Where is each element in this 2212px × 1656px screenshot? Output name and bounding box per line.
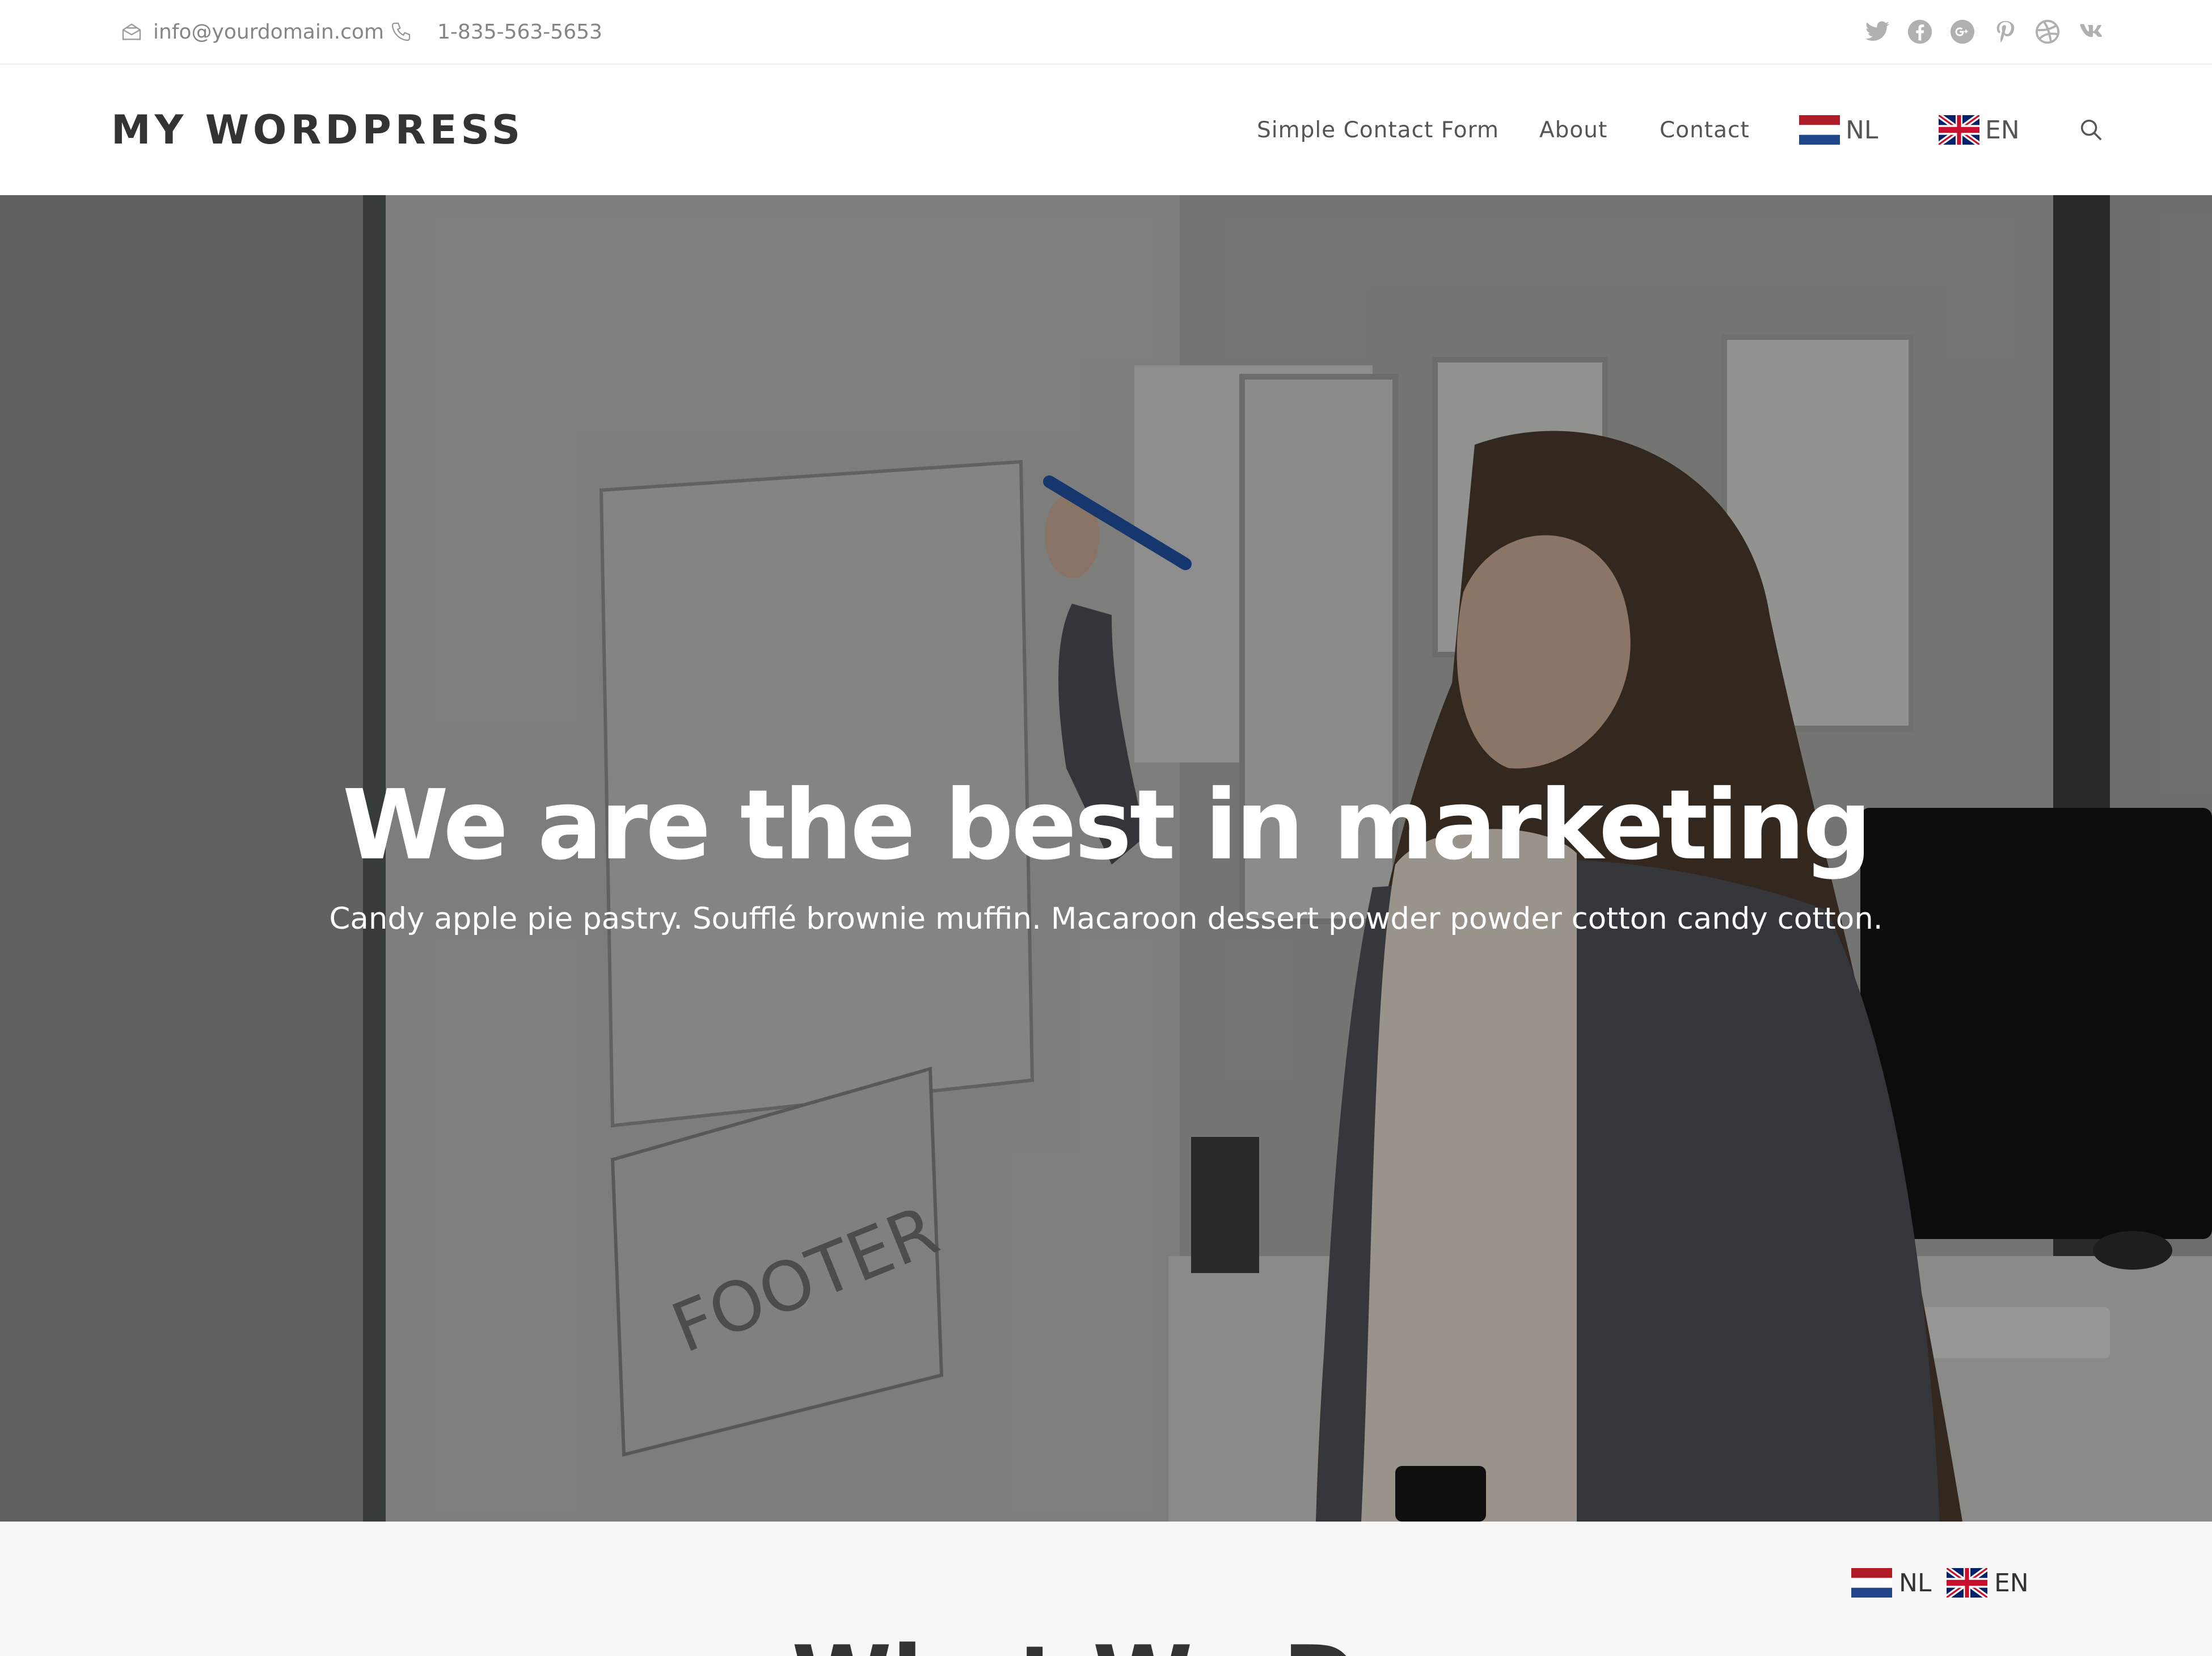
nav-item-simple-contact-form[interactable]: Simple Contact Form [1257,65,1499,195]
lang-switch-nl[interactable]: NL [1851,1568,1931,1598]
social-links [1848,0,2103,64]
twitter-icon [1865,21,1890,41]
vk-link[interactable] [2077,19,2103,45]
netherlands-flag-icon [1799,115,1840,145]
google-plus-link[interactable] [1949,19,1975,45]
phone-text: 1-835-563-5653 [437,20,602,44]
google-plus-icon [1950,19,1975,44]
phone-link[interactable]: 1-835-563-5653 [390,20,602,44]
facebook-link[interactable] [1907,19,1933,45]
section-title: What We Do [0,1623,2212,1656]
site-logo[interactable]: MY WORDPRESS [111,65,524,195]
dribbble-link[interactable] [2034,19,2061,45]
uk-flag-icon [1939,115,1979,145]
envelope-icon [122,23,141,40]
site-header: MY WORDPRESS Simple Contact Form About C… [0,65,2212,195]
vk-icon [2080,24,2103,37]
nav-lang-en-label: EN [1985,115,2020,145]
lang-switch-en[interactable]: EN [1947,1568,2029,1598]
nav-item-lang-nl[interactable]: NL [1799,65,1878,195]
lang-switch-en-label: EN [1994,1568,2029,1598]
dribbble-icon [2035,19,2060,44]
email-link[interactable]: info@yourdomain.com [120,20,384,44]
nav-lang-nl-label: NL [1846,115,1878,145]
pinterest-icon [1996,20,2015,43]
services-section: What We Do NL EN [0,1522,2212,1656]
email-text: info@yourdomain.com [153,20,384,44]
top-bar: info@yourdomain.com 1-835-563-5653 [0,0,2212,65]
nav-item-contact[interactable]: Contact [1660,65,1750,195]
hero-heading: We are the best in marketing [342,769,1872,882]
phone-icon [391,22,411,41]
hero-section: FOOTER We are the best in marketing Cand… [0,195,2212,1522]
facebook-icon [1907,19,1932,44]
uk-flag-icon [1947,1568,1987,1598]
top-bar-contact: info@yourdomain.com 1-835-563-5653 [120,0,602,64]
hero-subtext: Candy apple pie pastry. Soufflé brownie … [329,901,1883,936]
nav-item-lang-en[interactable]: EN [1939,65,2020,195]
nav-item-about[interactable]: About [1539,65,1607,195]
search-icon [2080,119,2102,141]
netherlands-flag-icon [1851,1568,1892,1598]
lang-switch-nl-label: NL [1899,1568,1932,1598]
twitter-link[interactable] [1864,19,1890,45]
search-button[interactable] [2078,65,2104,195]
pinterest-link[interactable] [1992,19,2018,45]
